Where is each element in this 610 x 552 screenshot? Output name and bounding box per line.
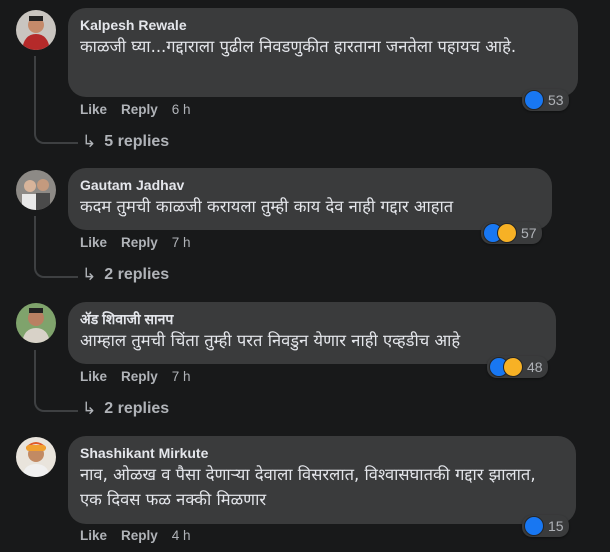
reply-arrow-icon: ↳	[82, 399, 97, 418]
reply-button[interactable]: Reply	[121, 369, 158, 384]
thread-line	[34, 56, 78, 144]
like-button[interactable]: Like	[80, 235, 107, 250]
comment-timestamp[interactable]: 6 h	[172, 102, 191, 117]
reply-button[interactable]: Reply	[121, 102, 158, 117]
like-button[interactable]: Like	[80, 528, 107, 543]
comment-author[interactable]: Shashikant Mirkute	[80, 444, 562, 462]
avatar[interactable]	[16, 170, 56, 210]
comment-bubble: Gautam Jadhav कदम तुमची काळजी करायला तुम…	[68, 168, 552, 230]
view-replies-button[interactable]: ↳ 2 replies	[82, 265, 169, 285]
comment-actions: Like Reply 7 h	[80, 235, 191, 250]
reaction-summary[interactable]: 15	[522, 515, 569, 537]
comment-timestamp[interactable]: 7 h	[172, 235, 191, 250]
reply-arrow-icon: ↳	[82, 132, 97, 151]
reaction-summary[interactable]: 53	[522, 89, 569, 111]
thread-line	[34, 350, 78, 412]
like-reaction-icon	[524, 516, 544, 536]
replies-label: 2 replies	[104, 400, 170, 417]
replies-label: 2 replies	[104, 266, 170, 283]
view-replies-button[interactable]: ↳ 5 replies	[82, 132, 169, 152]
avatar[interactable]	[16, 10, 56, 50]
avatar[interactable]	[16, 303, 56, 343]
haha-reaction-icon	[497, 223, 517, 243]
comment-timestamp[interactable]: 4 h	[172, 528, 191, 543]
comment-actions: Like Reply 6 h	[80, 102, 191, 117]
reaction-count: 53	[548, 92, 564, 108]
reaction-summary[interactable]: 57	[481, 222, 542, 244]
reaction-summary[interactable]: 48	[487, 356, 548, 378]
comment-author[interactable]: Kalpesh Rewale	[80, 16, 564, 34]
reply-button[interactable]: Reply	[121, 235, 158, 250]
haha-reaction-icon	[503, 357, 523, 377]
reaction-count: 15	[548, 518, 564, 534]
like-button[interactable]: Like	[80, 369, 107, 384]
comment-bubble: Shashikant Mirkute नाव, ओळख व पैसा देणाऱ…	[68, 436, 576, 524]
comment-text: काळजी घ्या...गद्दाराला पुढील निवडणुकीत ह…	[80, 37, 517, 56]
view-replies-button[interactable]: ↳ 2 replies	[82, 399, 169, 419]
comment-bubble: ॲड शिवाजी सानप आम्हाल तुमची चिंता तुम्ही…	[68, 302, 556, 364]
comment-author[interactable]: Gautam Jadhav	[80, 176, 538, 194]
reply-arrow-icon: ↳	[82, 265, 97, 284]
replies-label: 5 replies	[104, 133, 170, 150]
comment-actions: Like Reply 4 h	[80, 528, 191, 543]
reply-button[interactable]: Reply	[121, 528, 158, 543]
thread-line	[34, 216, 78, 278]
reaction-count: 57	[521, 225, 537, 241]
comment-timestamp[interactable]: 7 h	[172, 369, 191, 384]
like-button[interactable]: Like	[80, 102, 107, 117]
comment-text: नाव, ओळख व पैसा देणाऱ्या देवाला विसरलात,…	[80, 465, 536, 509]
comment-bubble: Kalpesh Rewale काळजी घ्या...गद्दाराला पु…	[68, 8, 578, 97]
comment-author[interactable]: ॲड शिवाजी सानप	[80, 310, 542, 328]
reaction-count: 48	[527, 359, 543, 375]
comment-text: आम्हाल तुमची चिंता तुम्ही परत निवडुन येण…	[80, 331, 461, 350]
like-reaction-icon	[524, 90, 544, 110]
comment-actions: Like Reply 7 h	[80, 369, 191, 384]
comment-text: कदम तुमची काळजी करायला तुम्ही काय देव ना…	[80, 197, 454, 216]
avatar[interactable]	[16, 437, 56, 477]
